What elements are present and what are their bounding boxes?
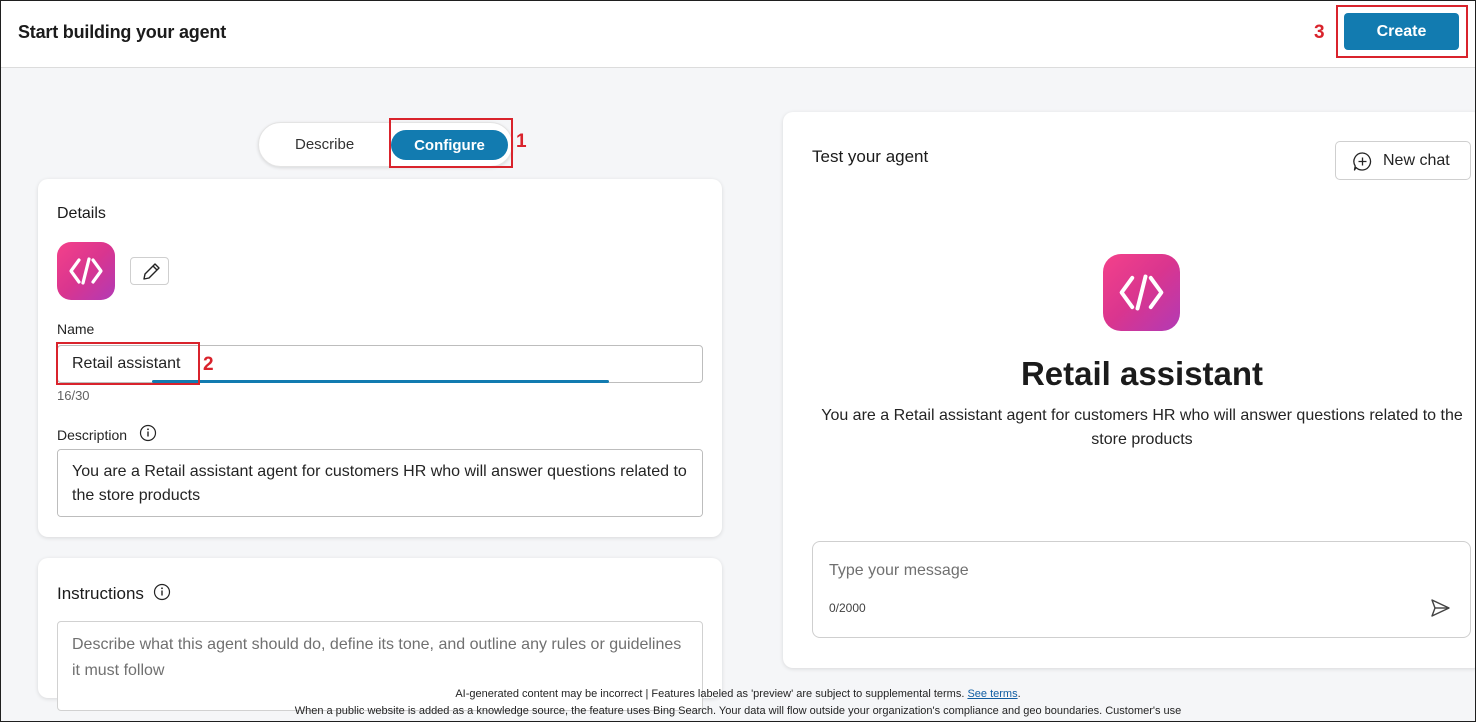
message-input[interactable]: Type your message: [829, 562, 969, 580]
info-icon[interactable]: [153, 583, 171, 601]
preview-agent-description: You are a Retail assistant agent for cus…: [821, 407, 1463, 448]
see-terms-link[interactable]: See terms: [967, 688, 1017, 700]
name-char-counter: 16/30: [57, 388, 90, 403]
name-input-focus-bar: [152, 380, 609, 383]
chat-plus-icon: [1353, 152, 1372, 171]
footer-terms-text: AI-generated content may be incorrect | …: [455, 688, 965, 700]
page-title: Start building your agent: [18, 22, 227, 42]
tab-configure[interactable]: Configure: [391, 130, 508, 160]
instructions-card: Instructions Describe what this agent sh…: [38, 558, 722, 711]
footer-line-1: AI-generated content may be incorrect | …: [455, 688, 1021, 700]
details-card: Details Name 16/30 Description: [38, 179, 722, 537]
test-panel-title: Test your agent: [812, 147, 929, 166]
message-input-box[interactable]: Type your message 0/2000: [812, 541, 1471, 638]
app-window: Start building your agent 3 Create Descr…: [0, 0, 1476, 722]
create-button[interactable]: Create: [1344, 13, 1459, 50]
footer-disclaimer: AI-generated content may be incorrect | …: [1, 686, 1475, 720]
info-icon[interactable]: [139, 424, 157, 442]
send-icon[interactable]: [1429, 597, 1451, 619]
name-input[interactable]: [57, 345, 703, 383]
edit-icon-button[interactable]: [130, 257, 169, 285]
new-chat-label: New chat: [1383, 152, 1450, 169]
instructions-heading: Instructions: [57, 584, 144, 603]
footer-line-2: When a public website is added as a know…: [294, 705, 1182, 717]
code-brackets-icon: [57, 242, 115, 300]
details-heading: Details: [57, 205, 106, 222]
callout-number-1: 1: [516, 131, 527, 152]
tab-describe[interactable]: Describe: [295, 136, 354, 153]
top-header: Start building your agent 3 Create: [1, 1, 1475, 68]
name-label: Name: [57, 321, 95, 337]
new-chat-button[interactable]: New chat: [1335, 141, 1471, 180]
description-textarea[interactable]: [57, 449, 703, 517]
test-agent-panel: Test your agent New chat Retail assistan…: [783, 112, 1475, 668]
callout-number-2: 2: [203, 354, 214, 375]
code-brackets-icon: [1103, 254, 1180, 331]
description-label: Description: [57, 427, 128, 443]
preview-agent-name: Retail assistant: [1020, 355, 1264, 392]
message-char-counter: 0/2000: [829, 601, 866, 615]
pencil-icon: [143, 263, 160, 280]
callout-number-3: 3: [1314, 22, 1325, 43]
mode-toggle: Describe Configure: [258, 122, 513, 167]
